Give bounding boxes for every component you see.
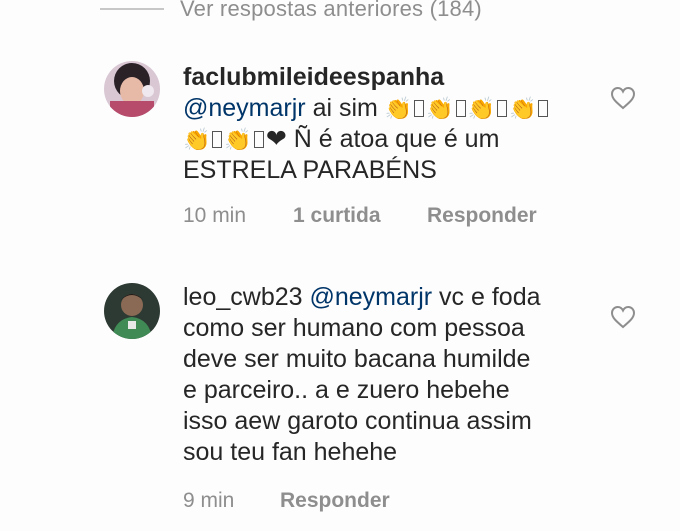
divider-line <box>100 8 164 10</box>
comment-username[interactable]: leo_cwb23 <box>183 283 303 311</box>
comment-text-segment: ai sim <box>305 94 385 122</box>
like-button[interactable] <box>610 86 636 110</box>
comment-text-segment: Ñ é atoa que é um <box>293 125 500 153</box>
view-previous-replies[interactable]: Ver respostas anteriores (184) <box>100 0 482 24</box>
missing-glyph-box <box>455 100 466 117</box>
avatar-image <box>104 61 160 117</box>
mention-link[interactable]: @neymarjr <box>309 283 432 311</box>
view-previous-replies-label: Ver respostas anteriores (184) <box>180 0 482 21</box>
comment-text-line: e parceiro.. a e zuero hebehe <box>183 376 510 404</box>
mention-link[interactable]: @neymarjr <box>183 94 306 122</box>
like-button[interactable] <box>610 305 636 329</box>
clapping-hands-icon: 👏 <box>384 96 413 121</box>
missing-glyph-box <box>538 100 549 117</box>
clapping-hands-icon: 👏 <box>467 96 496 121</box>
reply-button[interactable]: Responder <box>280 489 390 512</box>
reply-button[interactable]: Responder <box>427 204 537 227</box>
comment-text: leo_cwb23 @neymarjr vc e foda como ser h… <box>183 282 613 468</box>
comment-text-line: isso aew garoto continua assim <box>183 407 532 435</box>
comment-time: 10 min <box>183 204 247 227</box>
heart-outline-icon <box>610 305 636 329</box>
comment-text-line: sou teu fan hehehe <box>183 438 398 466</box>
clapping-hands-icon: 👏 <box>183 127 211 152</box>
clapping-hands-icon: 👏 <box>224 127 252 152</box>
heart-outline-icon <box>610 86 636 110</box>
comment-text-line: como ser humano com pessoa <box>183 314 525 342</box>
clapping-hands-icon: 👏 <box>509 96 537 121</box>
clapping-hands-icon: 👏 <box>426 96 454 121</box>
likes-count[interactable]: 1 curtida <box>293 204 381 227</box>
reply-container: Responder <box>427 204 537 228</box>
comment-meta: 10 min <box>183 204 246 228</box>
comment-text-line: ESTRELA PARABÉNS <box>183 156 437 184</box>
avatar[interactable] <box>104 61 160 117</box>
missing-glyph-box <box>212 131 223 148</box>
comment-time: 9 min <box>183 489 235 512</box>
comment-meta: 9 min <box>183 489 234 513</box>
comments-screen: Ver respostas anteriores (184) faclubmil… <box>0 0 680 531</box>
missing-glyph-box <box>414 100 425 117</box>
comment-text: faclubmileideespanha @neymarjr ai sim 👏 👏… <box>183 62 603 186</box>
avatar[interactable] <box>104 283 160 339</box>
comment-text-segment: vc e foda <box>432 283 541 311</box>
missing-glyph-box <box>497 100 508 117</box>
reply-container: Responder <box>280 489 390 513</box>
comment-text-line: deve ser muito bacana humilde <box>183 345 531 373</box>
comment-username[interactable]: faclubmileideespanha <box>183 63 444 91</box>
avatar-image <box>104 283 160 339</box>
comment-body: leo_cwb23 @neymarjr vc e foda como ser h… <box>183 282 603 468</box>
black-heart-icon: ❤ <box>265 125 287 153</box>
missing-glyph-box <box>253 131 264 148</box>
likes-count-container: 1 curtida <box>293 204 381 228</box>
comment-body: faclubmileideespanha @neymarjr ai sim 👏 👏… <box>183 62 603 186</box>
